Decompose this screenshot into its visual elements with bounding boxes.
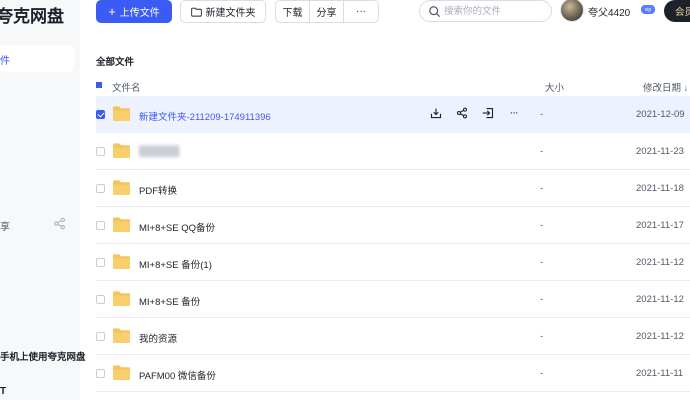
more-icon: ···	[509, 106, 519, 119]
sidebar: 夸克网盘 件 享 手机上使用夸克网盘 T	[0, 0, 86, 400]
file-date: 2021-11-11	[636, 368, 684, 379]
file-name[interactable]: MI+8+SE 备份	[139, 294, 200, 308]
table-row[interactable]: ██████ - 2021-11-23	[96, 133, 690, 170]
promo-text: 手机上使用夸克网盘	[0, 352, 86, 363]
upload-label: 上传文件	[119, 8, 160, 19]
action-button-group: 下载 分享 ···	[275, 0, 379, 23]
download-icon	[430, 108, 441, 118]
row-checkbox[interactable]	[96, 110, 105, 119]
column-header-size[interactable]: 大小	[545, 80, 564, 94]
row-actions: ···	[429, 106, 520, 122]
table-header: 文件名 大小 修改日期 ↓	[96, 76, 690, 96]
search-input[interactable]	[444, 4, 544, 18]
upload-plus-icon: +	[108, 4, 116, 19]
file-name[interactable]: ██████	[139, 146, 179, 157]
search-icon	[429, 6, 440, 17]
row-checkbox[interactable]	[96, 332, 105, 341]
folder-icon	[113, 291, 130, 307]
table-row[interactable]: PDF转换 - 2021-11-18	[96, 170, 690, 207]
file-date: 2021-12-09	[636, 109, 685, 120]
move-icon	[482, 107, 493, 118]
file-date: 2021-11-18	[636, 183, 684, 194]
sidebar-item-all-files[interactable]: 件	[0, 45, 74, 72]
new-folder-button[interactable]: 新建文件夹	[180, 0, 266, 23]
share-icon	[456, 107, 467, 118]
app-logo[interactable]: 夸克网盘	[0, 2, 64, 27]
file-size: -	[540, 294, 544, 305]
table-row[interactable]: 我的资源 - 2021-11-12	[96, 318, 690, 355]
sidebar-item-label: 享	[0, 222, 10, 233]
row-checkbox[interactable]	[96, 369, 105, 378]
file-size: -	[540, 220, 544, 231]
vip-badge: vip	[641, 5, 655, 14]
file-name[interactable]: MI+8+SE 备份(1)	[139, 257, 212, 271]
more-button[interactable]: ···	[344, 1, 378, 22]
file-date: 2021-11-12	[636, 257, 684, 268]
file-size: -	[540, 146, 544, 157]
folder-icon	[113, 106, 130, 122]
table-row[interactable]: MI+8+SE 备份(1) - 2021-11-12	[96, 244, 690, 281]
file-name[interactable]: 我的资源	[139, 331, 177, 345]
member-button[interactable]: 会员	[664, 0, 690, 22]
upload-file-button[interactable]: + 上传文件	[96, 0, 172, 23]
mobile-app-promo[interactable]: 手机上使用夸克网盘	[0, 342, 86, 370]
row-download-button[interactable]	[429, 106, 442, 119]
file-size: -	[540, 257, 544, 268]
new-folder-label: 新建文件夹	[205, 8, 256, 19]
download-button[interactable]: 下载	[276, 1, 310, 22]
file-date: 2021-11-23	[636, 146, 684, 157]
search-box[interactable]	[419, 0, 552, 22]
folder-icon	[113, 365, 130, 381]
file-name[interactable]: PAFM00 微信备份	[139, 368, 216, 382]
row-checkbox[interactable]	[96, 184, 105, 193]
file-name[interactable]: MI+8+SE QQ备份	[139, 220, 215, 234]
file-size: -	[540, 368, 544, 379]
file-size: -	[540, 183, 544, 194]
avatar[interactable]	[560, 0, 584, 22]
sidebar-bottom-item[interactable]: T	[0, 386, 6, 397]
share-icon	[54, 217, 65, 230]
breadcrumb[interactable]: 全部文件	[96, 54, 134, 68]
file-date: 2021-11-12	[636, 331, 684, 342]
sidebar-item-share[interactable]: 享	[0, 215, 74, 233]
file-date: 2021-11-12	[636, 294, 684, 305]
file-name[interactable]: 新建文件夹-211209-174911396	[139, 109, 271, 123]
folder-icon	[113, 143, 130, 159]
row-checkbox[interactable]	[96, 221, 105, 230]
table-row[interactable]: PAFM00 微信备份 - 2021-11-11	[96, 355, 690, 392]
select-all-checkbox[interactable]	[96, 82, 102, 88]
folder-icon	[113, 328, 130, 344]
folder-icon	[113, 254, 130, 270]
table-row[interactable]: MI+8+SE 备份 - 2021-11-12	[96, 281, 690, 318]
table-row[interactable]: MI+8+SE QQ备份 - 2021-11-17	[96, 207, 690, 244]
row-share-button[interactable]	[455, 106, 468, 119]
folder-icon	[113, 217, 130, 233]
folder-outline-icon	[190, 7, 202, 17]
share-button[interactable]: 分享	[310, 1, 344, 22]
row-checkbox[interactable]	[96, 147, 105, 156]
row-move-button[interactable]	[481, 106, 494, 119]
file-size: -	[540, 331, 544, 342]
file-name[interactable]: PDF转换	[139, 183, 177, 197]
column-header-name[interactable]: 文件名	[112, 80, 141, 94]
file-size: -	[540, 109, 544, 120]
column-header-date[interactable]: 修改日期 ↓	[643, 80, 688, 94]
row-checkbox[interactable]	[96, 295, 105, 304]
row-more-button[interactable]: ···	[507, 106, 520, 119]
folder-icon	[113, 180, 130, 196]
sidebar-item-label: 件	[0, 56, 10, 67]
file-date: 2021-11-17	[636, 220, 684, 231]
table-row[interactable]: 新建文件夹-211209-174911396 - 2021-12-09 ···	[96, 96, 690, 133]
username[interactable]: 夸父4420	[588, 4, 630, 19]
row-checkbox[interactable]	[96, 258, 105, 267]
